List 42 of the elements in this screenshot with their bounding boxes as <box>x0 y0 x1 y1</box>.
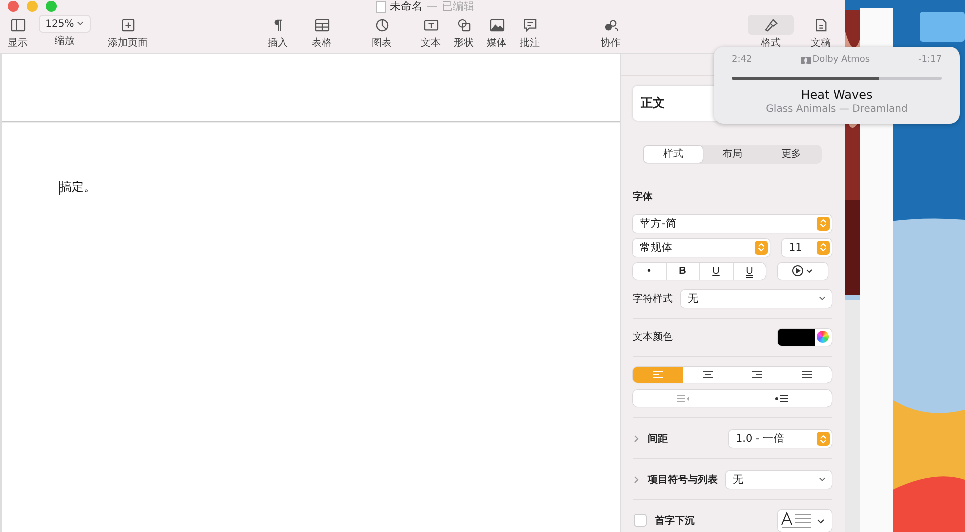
toolbar-label: 批注 <box>520 36 540 50</box>
section-label: 项目符号与列表 <box>648 474 718 487</box>
audio-format-label: Dolby Atmos <box>812 55 870 65</box>
spacing-select[interactable]: 1.0 - 一倍 <box>729 430 832 448</box>
edit-status: 已编辑 <box>442 0 475 14</box>
remaining-time: -1:17 <box>918 55 942 65</box>
toolbar-label: 文本 <box>421 36 441 50</box>
toolbar-label: 形状 <box>454 36 474 50</box>
underline-button[interactable]: U <box>699 262 732 280</box>
typeface-select[interactable]: 常规体 <box>633 238 770 257</box>
window-title: 未命名 <box>390 0 423 14</box>
title-separator: — <box>427 0 438 13</box>
font-size-select[interactable]: 11 <box>782 238 832 257</box>
bullet-button[interactable]: • <box>633 262 666 280</box>
list-style-select[interactable]: 无 <box>726 470 832 489</box>
tab[interactable]: 布局 <box>703 146 762 163</box>
zoom-dropdown[interactable]: 125% <box>38 15 92 33</box>
checkbox-label: 首字下沉 <box>655 514 695 528</box>
toolbar-label: 媒体 <box>487 37 507 50</box>
tab[interactable]: 更多 <box>762 146 821 163</box>
font-family-select[interactable]: 苹方-简 <box>633 214 832 233</box>
strike-button[interactable]: U <box>732 262 766 280</box>
toolbar-label: 文稿 <box>811 36 831 50</box>
field-label: 字符样式 <box>633 292 673 306</box>
toolbar-label: 添加页面 <box>108 36 148 50</box>
bold-button[interactable]: B <box>666 262 699 280</box>
song-title: Heat Waves <box>801 88 873 102</box>
toolbar-label: 表格 <box>312 36 332 50</box>
tab[interactable]: 样式 <box>644 146 703 163</box>
toolbar-label: 显示 <box>8 37 28 50</box>
field-label: 文本颜色 <box>633 330 673 344</box>
elapsed-time: 2:42 <box>732 55 752 65</box>
section-label: 间距 <box>648 432 668 446</box>
toolbar-label: 插入 <box>268 36 288 50</box>
toolbar-label: 缩放 <box>55 34 75 48</box>
toolbar-label: 图表 <box>372 36 392 50</box>
toolbar-label: 格式 <box>761 36 781 50</box>
character-style-select[interactable]: 无 <box>681 290 832 308</box>
toolbar-label: 协作 <box>601 36 621 50</box>
document-text: 搞定。 <box>59 179 96 196</box>
section-heading: 字体 <box>633 190 654 204</box>
artist-album: Glass Animals — Dreamland <box>766 104 908 115</box>
